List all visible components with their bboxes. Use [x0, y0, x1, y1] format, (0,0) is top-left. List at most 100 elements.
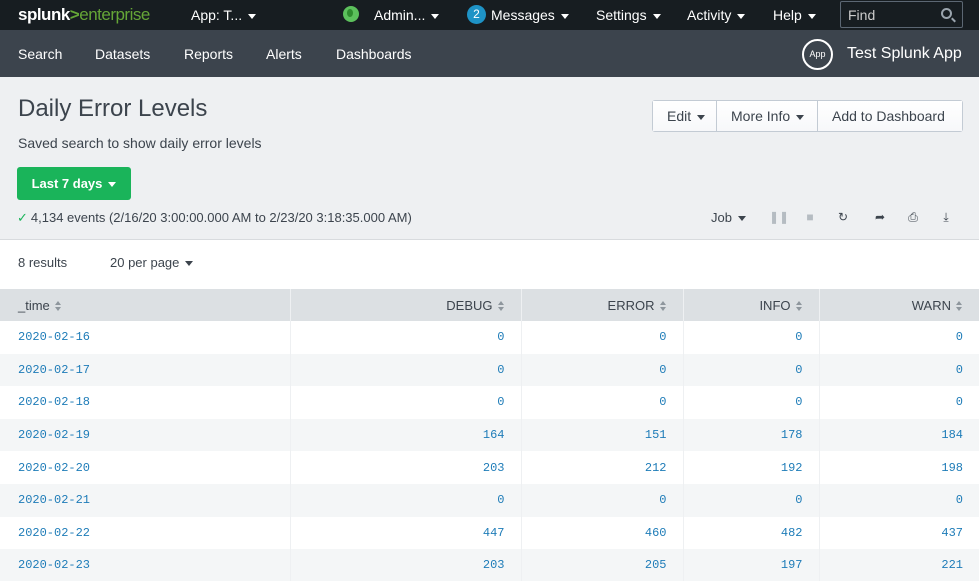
chevron-down-icon: [697, 114, 706, 120]
cell-debug[interactable]: 0: [290, 386, 522, 419]
column-header-error[interactable]: ERROR: [521, 289, 684, 321]
app-nav-bar: Search Datasets Reports Alerts Dashboard…: [0, 30, 979, 77]
column-header-info[interactable]: INFO: [683, 289, 820, 321]
cell-error[interactable]: 0: [521, 386, 684, 419]
chevron-down-icon: [807, 13, 816, 19]
cell-error[interactable]: 0: [521, 483, 684, 517]
cell-error[interactable]: 151: [521, 418, 684, 452]
nav-item-reports[interactable]: Reports: [184, 46, 233, 62]
results-count: 8 results: [18, 255, 68, 270]
page-description: Saved search to show daily error levels: [18, 135, 262, 151]
cell-time[interactable]: 2020-02-23: [0, 549, 291, 581]
cell-time[interactable]: 2020-02-18: [0, 386, 291, 419]
more-info-button-label: More Info: [731, 108, 791, 124]
nav-item-search[interactable]: Search: [18, 46, 62, 62]
per-page-select[interactable]: 20 per page: [110, 255, 194, 270]
time-range-picker[interactable]: Last 7 days: [17, 167, 131, 200]
results-bar: 8 results 20 per page: [0, 241, 979, 289]
app-menu-label: App: T...: [191, 7, 243, 23]
add-to-dashboard-button[interactable]: Add to Dashboard: [818, 101, 962, 131]
nav-item-dashboards[interactable]: Dashboards: [336, 46, 412, 62]
cell-warn[interactable]: 0: [819, 321, 979, 354]
app-icon: App: [802, 39, 833, 70]
messages-menu-label: Messages: [491, 7, 555, 23]
job-menu[interactable]: Job: [711, 210, 746, 225]
stop-icon[interactable]: ■: [802, 209, 818, 225]
admin-menu[interactable]: Admin...: [374, 7, 440, 23]
app-menu[interactable]: App: T...: [191, 7, 257, 23]
cell-warn[interactable]: 437: [819, 516, 979, 550]
cell-time[interactable]: 2020-02-21: [0, 483, 291, 517]
cell-time[interactable]: 2020-02-17: [0, 353, 291, 387]
sort-icon: [659, 301, 667, 312]
cell-error[interactable]: 212: [521, 451, 684, 484]
cell-info[interactable]: 197: [683, 549, 820, 581]
column-header-label: _time: [18, 297, 50, 313]
cell-debug[interactable]: 447: [290, 516, 522, 550]
cell-warn[interactable]: 0: [819, 483, 979, 517]
column-header-warn[interactable]: WARN: [819, 289, 979, 321]
table-row: 2020-02-16 0 0 0 0: [0, 321, 979, 354]
table-row: 2020-02-20 203 212 192 198: [0, 451, 979, 484]
activity-menu[interactable]: Activity: [687, 7, 746, 23]
cell-warn[interactable]: 198: [819, 451, 979, 484]
refresh-icon[interactable]: ↻: [835, 209, 851, 225]
cell-info[interactable]: 192: [683, 451, 820, 484]
search-icon[interactable]: [941, 8, 952, 19]
cell-error[interactable]: 460: [521, 516, 684, 550]
edit-button-label: Edit: [667, 108, 692, 124]
pause-icon[interactable]: ❚❚: [769, 209, 789, 225]
chevron-down-icon: [248, 13, 257, 19]
print-icon[interactable]: ⎙: [905, 209, 921, 225]
cell-info[interactable]: 0: [683, 483, 820, 517]
cell-warn[interactable]: 0: [819, 353, 979, 387]
cell-debug[interactable]: 0: [290, 353, 522, 387]
export-icon[interactable]: ⤓: [938, 209, 954, 225]
more-info-button[interactable]: More Info: [717, 101, 818, 131]
column-header-time[interactable]: _time: [0, 289, 291, 321]
app-name[interactable]: Test Splunk App: [847, 45, 962, 63]
find-box: [840, 1, 963, 28]
splunk-logo[interactable]: splunk>enterprise: [18, 5, 150, 25]
event-summary: ✓ 4,134 events (2/16/20 3:00:00.000 AM to…: [17, 210, 412, 226]
top-bar: splunk>enterprise App: T... Admin... 2 M…: [0, 0, 979, 30]
cell-debug[interactable]: 203: [290, 451, 522, 484]
settings-menu[interactable]: Settings: [596, 7, 661, 23]
cell-warn[interactable]: 221: [819, 549, 979, 581]
settings-menu-label: Settings: [596, 7, 647, 23]
share-icon[interactable]: ➦: [872, 209, 888, 225]
cell-time[interactable]: 2020-02-16: [0, 321, 291, 354]
column-header-label: WARN: [911, 297, 951, 313]
cell-warn[interactable]: 0: [819, 386, 979, 419]
cell-time[interactable]: 2020-02-20: [0, 451, 291, 484]
cell-info[interactable]: 482: [683, 516, 820, 550]
cell-time[interactable]: 2020-02-19: [0, 418, 291, 452]
cell-info[interactable]: 0: [683, 321, 820, 354]
chevron-down-icon: [737, 13, 746, 19]
cell-info[interactable]: 0: [683, 353, 820, 387]
nav-item-alerts[interactable]: Alerts: [266, 46, 302, 62]
table-row: 2020-02-19 164 151 178 184: [0, 418, 979, 452]
cell-info[interactable]: 178: [683, 418, 820, 452]
edit-button[interactable]: Edit: [653, 101, 717, 131]
cell-debug[interactable]: 0: [290, 321, 522, 354]
nav-item-datasets[interactable]: Datasets: [95, 46, 150, 62]
cell-warn[interactable]: 184: [819, 418, 979, 452]
column-header-label: ERROR: [607, 297, 655, 313]
cell-error[interactable]: 0: [521, 353, 684, 387]
cell-debug[interactable]: 203: [290, 549, 522, 581]
messages-count-badge: 2: [467, 5, 486, 24]
cell-debug[interactable]: 0: [290, 483, 522, 517]
table-row: 2020-02-23 203 205 197 221: [0, 549, 979, 581]
find-input[interactable]: [848, 6, 938, 24]
cell-debug[interactable]: 164: [290, 418, 522, 452]
cell-time[interactable]: 2020-02-22: [0, 516, 291, 550]
messages-menu[interactable]: Messages: [491, 7, 569, 23]
cell-info[interactable]: 0: [683, 386, 820, 419]
page-title: Daily Error Levels: [18, 95, 208, 122]
logo-text-gt: >: [69, 5, 80, 24]
column-header-debug[interactable]: DEBUG: [290, 289, 522, 321]
cell-error[interactable]: 205: [521, 549, 684, 581]
cell-error[interactable]: 0: [521, 321, 684, 354]
help-menu[interactable]: Help: [773, 7, 816, 23]
